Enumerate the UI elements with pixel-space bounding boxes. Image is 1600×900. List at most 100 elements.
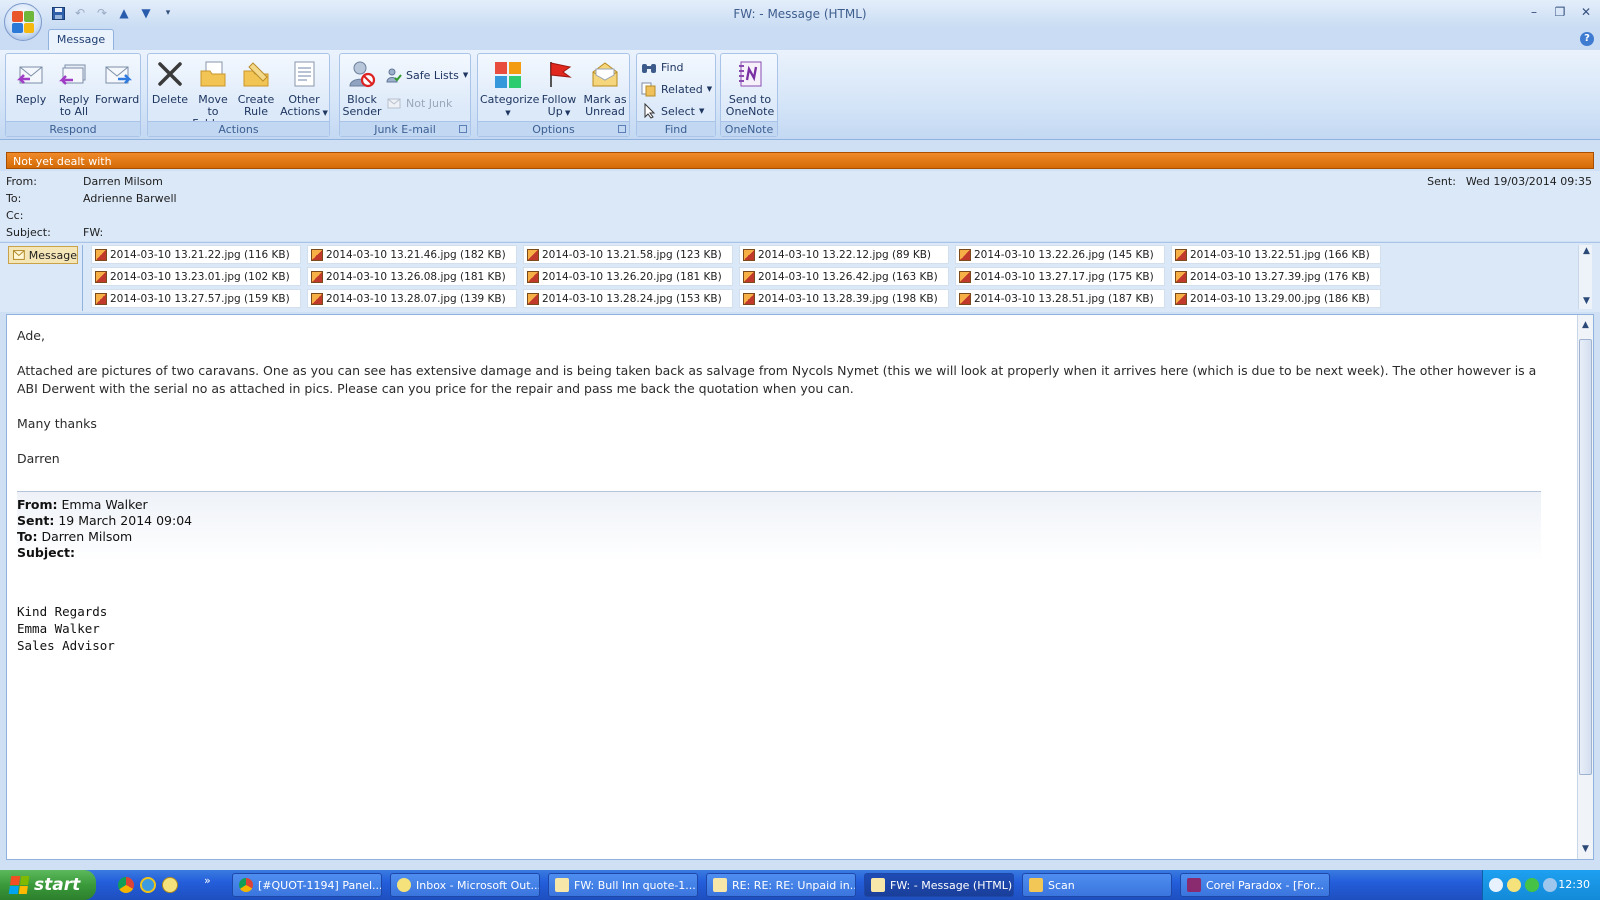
message-attachment-tab[interactable]: Message	[8, 246, 78, 264]
outlook-icon[interactable]	[162, 877, 178, 893]
attachment-label: 2014-03-10 13.22.26.jpg (145 KB)	[974, 248, 1154, 261]
chevron-down-icon: ▼	[320, 109, 328, 117]
network-tray-icon[interactable]	[1543, 878, 1557, 892]
scroll-thumb[interactable]	[1579, 339, 1592, 775]
taskbar: start » [#QUOT-1194] Panel... Inbox - Mi…	[0, 870, 1600, 900]
attachment-item[interactable]: 2014-03-10 13.21.22.jpg (116 KB)	[91, 245, 301, 264]
system-tray: 12:30	[1482, 870, 1600, 900]
safe-lists-button[interactable]: Safe Lists ▼	[386, 66, 468, 84]
attachment-label: 2014-03-10 13.21.22.jpg (116 KB)	[110, 248, 290, 261]
signoff: Darren	[17, 451, 60, 466]
safe-lists-icon	[386, 68, 402, 83]
find-button[interactable]: Find	[641, 58, 684, 76]
start-button[interactable]: start	[0, 870, 96, 900]
group-find: Find Related ▼ Select ▼ Find	[636, 53, 716, 137]
other-actions-button[interactable]: Other Actions ▼	[280, 58, 328, 119]
attachment-item[interactable]: 2014-03-10 13.26.20.jpg (181 KB)	[523, 267, 733, 286]
group-label-find: Find	[637, 121, 715, 136]
attachment-item[interactable]: 2014-03-10 13.27.39.jpg (176 KB)	[1171, 267, 1381, 286]
outlook-tray-icon[interactable]	[1507, 878, 1521, 892]
attachment-item[interactable]: 2014-03-10 13.23.01.jpg (102 KB)	[91, 267, 301, 286]
attachment-label: 2014-03-10 13.22.12.jpg (89 KB)	[758, 248, 932, 261]
tab-message[interactable]: Message	[48, 29, 114, 50]
jpg-file-icon	[311, 292, 323, 305]
chrome-icon[interactable]	[118, 877, 134, 893]
attachment-label: 2014-03-10 13.26.42.jpg (163 KB)	[758, 270, 938, 283]
reply-button[interactable]: Reply	[9, 58, 53, 106]
forward-icon	[105, 66, 132, 84]
scroll-up-icon[interactable]: ▲	[1578, 319, 1593, 331]
mark-as-unread-button[interactable]: Mark as Unread	[582, 58, 628, 118]
attachment-item[interactable]: 2014-03-10 13.28.24.jpg (153 KB)	[523, 289, 733, 308]
related-button[interactable]: Related ▼	[641, 80, 712, 98]
internet-explorer-icon[interactable]	[140, 877, 156, 893]
attachment-item[interactable]: 2014-03-10 13.21.46.jpg (182 KB)	[307, 245, 517, 264]
attachment-label: 2014-03-10 13.28.51.jpg (187 KB)	[974, 292, 1154, 305]
block-sender-button[interactable]: Block Sender	[342, 58, 382, 118]
task-button[interactable]: Inbox - Microsoft Out...	[390, 873, 540, 897]
attachment-item[interactable]: 2014-03-10 13.26.42.jpg (163 KB)	[739, 267, 949, 286]
cursor-icon	[644, 103, 656, 119]
select-button[interactable]: Select ▼	[641, 102, 704, 120]
help-icon[interactable]: ?	[1580, 32, 1594, 46]
window-controls: – ❐ ✕	[1526, 4, 1594, 20]
jpg-file-icon	[311, 248, 323, 261]
not-junk-label: Not Junk	[406, 96, 453, 110]
fwd-sent-label: Sent:	[17, 513, 55, 528]
info-bar[interactable]: Not yet dealt with	[6, 152, 1594, 169]
attachment-item[interactable]: 2014-03-10 13.26.08.jpg (181 KB)	[307, 267, 517, 286]
task-button[interactable]: [#QUOT-1194] Panel...	[232, 873, 382, 897]
follow-up-button[interactable]: Follow Up ▼	[538, 58, 580, 119]
fwd-sent-value: 19 March 2014 09:04	[58, 513, 193, 528]
scroll-down-icon[interactable]: ▼	[1578, 843, 1593, 855]
signature-line: Sales Advisor	[17, 638, 115, 653]
attachment-item[interactable]: 2014-03-10 13.22.12.jpg (89 KB)	[739, 245, 949, 264]
quick-launch-more-icon[interactable]: »	[204, 874, 211, 887]
attachments-scrollbar[interactable]: ▲ ▼	[1578, 245, 1592, 309]
attachment-item[interactable]: 2014-03-10 13.21.58.jpg (123 KB)	[523, 245, 733, 264]
send-to-onenote-button[interactable]: Send to OneNote	[725, 58, 775, 118]
task-button[interactable]: Scan	[1022, 873, 1172, 897]
paradox-icon	[1187, 878, 1201, 892]
task-button[interactable]: FW: Bull Inn quote-1...	[548, 873, 698, 897]
minimize-icon[interactable]: –	[1526, 4, 1542, 20]
jpg-file-icon	[743, 270, 755, 283]
body-scrollbar[interactable]: ▲ ▼	[1577, 315, 1593, 859]
jpg-file-icon	[527, 270, 539, 283]
delete-button[interactable]: Delete	[150, 58, 190, 106]
junk-email-dialog-launcher[interactable]	[459, 125, 467, 133]
office-button[interactable]	[4, 3, 42, 41]
attachment-item[interactable]: 2014-03-10 13.29.00.jpg (186 KB)	[1171, 289, 1381, 308]
to-value[interactable]: Adrienne Barwell	[83, 192, 177, 205]
attachment-item[interactable]: 2014-03-10 13.28.39.jpg (198 KB)	[739, 289, 949, 308]
clock: 12:30	[1558, 878, 1590, 891]
scroll-down-icon[interactable]: ▼	[1579, 295, 1594, 307]
attachment-item[interactable]: 2014-03-10 13.28.51.jpg (187 KB)	[955, 289, 1165, 308]
reply-all-button[interactable]: Reply to All	[52, 58, 96, 118]
mark-unread-label-2: Unread	[585, 105, 625, 118]
forward-button[interactable]: Forward	[95, 58, 139, 106]
attachment-item[interactable]: 2014-03-10 13.22.26.jpg (145 KB)	[955, 245, 1165, 264]
message-body[interactable]: Ade, Attached are pictures of two carava…	[6, 314, 1594, 860]
scroll-up-icon[interactable]: ▲	[1579, 245, 1594, 257]
task-label: FW: Bull Inn quote-1...	[574, 878, 696, 892]
task-label: RE: RE: RE: Unpaid in...	[732, 878, 856, 892]
not-junk-icon	[387, 98, 401, 109]
task-button[interactable]: FW: - Message (HTML)	[864, 873, 1014, 897]
signature-line: Emma Walker	[17, 621, 100, 636]
from-value[interactable]: Darren Milsom	[83, 175, 163, 188]
options-dialog-launcher[interactable]	[618, 125, 626, 133]
attachment-item[interactable]: 2014-03-10 13.27.17.jpg (175 KB)	[955, 267, 1165, 286]
create-rule-button[interactable]: Create Rule	[236, 58, 276, 118]
close-icon[interactable]: ✕	[1578, 4, 1594, 20]
categorize-button[interactable]: Categorize ▼	[480, 58, 539, 119]
restore-icon[interactable]: ❐	[1552, 4, 1568, 20]
task-button[interactable]: Corel Paradox - [For...	[1180, 873, 1330, 897]
task-button[interactable]: RE: RE: RE: Unpaid in...	[706, 873, 856, 897]
antivirus-tray-icon[interactable]	[1525, 878, 1539, 892]
chevron-down-icon: ▼	[706, 85, 713, 93]
attachment-item[interactable]: 2014-03-10 13.22.51.jpg (166 KB)	[1171, 245, 1381, 264]
attachment-item[interactable]: 2014-03-10 13.28.07.jpg (139 KB)	[307, 289, 517, 308]
attachment-item[interactable]: 2014-03-10 13.27.57.jpg (159 KB)	[91, 289, 301, 308]
tray-expand-icon[interactable]	[1489, 878, 1503, 892]
